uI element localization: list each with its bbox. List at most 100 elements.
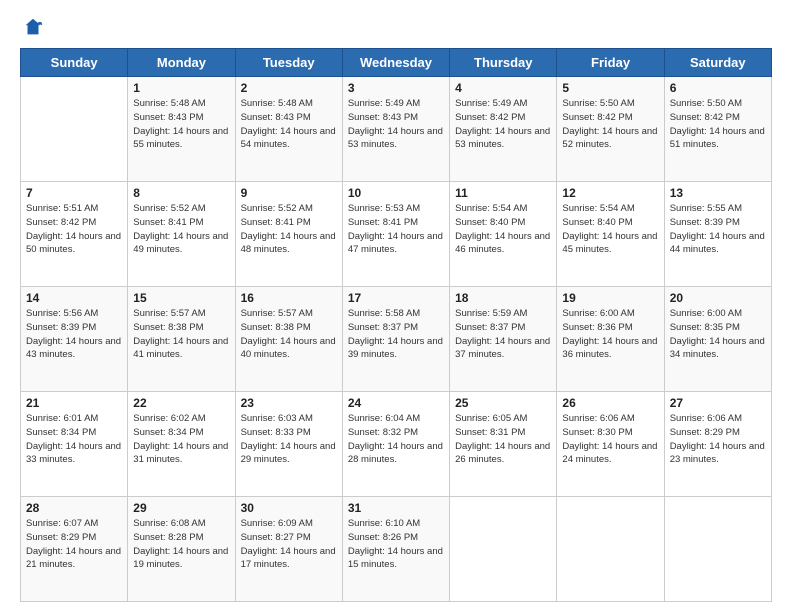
daylight-text: Daylight: 14 hours and 21 minutes.: [26, 546, 121, 571]
calendar-cell: 26 Sunrise: 6:06 AM Sunset: 8:30 PM Dayl…: [557, 392, 664, 497]
day-info: Sunrise: 5:49 AM Sunset: 8:43 PM Dayligh…: [348, 97, 444, 152]
day-number: 10: [348, 186, 444, 200]
day-info: Sunrise: 6:07 AM Sunset: 8:29 PM Dayligh…: [26, 517, 122, 572]
sunrise-text: Sunrise: 6:08 AM: [133, 518, 205, 529]
calendar-cell: 25 Sunrise: 6:05 AM Sunset: 8:31 PM Dayl…: [450, 392, 557, 497]
daylight-text: Daylight: 14 hours and 19 minutes.: [133, 546, 228, 571]
day-number: 25: [455, 396, 551, 410]
sunset-text: Sunset: 8:34 PM: [26, 427, 96, 438]
calendar-cell: 30 Sunrise: 6:09 AM Sunset: 8:27 PM Dayl…: [235, 497, 342, 602]
daylight-text: Daylight: 14 hours and 34 minutes.: [670, 336, 765, 361]
sunrise-text: Sunrise: 6:04 AM: [348, 413, 420, 424]
day-info: Sunrise: 5:58 AM Sunset: 8:37 PM Dayligh…: [348, 307, 444, 362]
day-info: Sunrise: 6:03 AM Sunset: 8:33 PM Dayligh…: [241, 412, 337, 467]
sunset-text: Sunset: 8:43 PM: [133, 112, 203, 123]
day-info: Sunrise: 5:50 AM Sunset: 8:42 PM Dayligh…: [670, 97, 766, 152]
col-friday: Friday: [557, 49, 664, 77]
calendar-week-row: 21 Sunrise: 6:01 AM Sunset: 8:34 PM Dayl…: [21, 392, 772, 497]
calendar-cell: 15 Sunrise: 5:57 AM Sunset: 8:38 PM Dayl…: [128, 287, 235, 392]
calendar-week-row: 14 Sunrise: 5:56 AM Sunset: 8:39 PM Dayl…: [21, 287, 772, 392]
sunrise-text: Sunrise: 5:58 AM: [348, 308, 420, 319]
sunrise-text: Sunrise: 5:57 AM: [133, 308, 205, 319]
sunrise-text: Sunrise: 5:57 AM: [241, 308, 313, 319]
sunrise-text: Sunrise: 6:05 AM: [455, 413, 527, 424]
sunrise-text: Sunrise: 5:49 AM: [348, 98, 420, 109]
day-info: Sunrise: 5:55 AM Sunset: 8:39 PM Dayligh…: [670, 202, 766, 257]
sunset-text: Sunset: 8:35 PM: [670, 322, 740, 333]
daylight-text: Daylight: 14 hours and 36 minutes.: [562, 336, 657, 361]
calendar-cell: 6 Sunrise: 5:50 AM Sunset: 8:42 PM Dayli…: [664, 77, 771, 182]
sunrise-text: Sunrise: 5:48 AM: [241, 98, 313, 109]
day-info: Sunrise: 5:52 AM Sunset: 8:41 PM Dayligh…: [133, 202, 229, 257]
sunset-text: Sunset: 8:28 PM: [133, 532, 203, 543]
sunrise-text: Sunrise: 5:50 AM: [670, 98, 742, 109]
sunset-text: Sunset: 8:42 PM: [455, 112, 525, 123]
calendar-cell: 29 Sunrise: 6:08 AM Sunset: 8:28 PM Dayl…: [128, 497, 235, 602]
col-monday: Monday: [128, 49, 235, 77]
daylight-text: Daylight: 14 hours and 49 minutes.: [133, 231, 228, 256]
calendar-cell: [450, 497, 557, 602]
day-number: 4: [455, 81, 551, 95]
calendar-header-row: Sunday Monday Tuesday Wednesday Thursday…: [21, 49, 772, 77]
sunset-text: Sunset: 8:43 PM: [348, 112, 418, 123]
day-info: Sunrise: 5:59 AM Sunset: 8:37 PM Dayligh…: [455, 307, 551, 362]
daylight-text: Daylight: 14 hours and 50 minutes.: [26, 231, 121, 256]
daylight-text: Daylight: 14 hours and 26 minutes.: [455, 441, 550, 466]
day-number: 21: [26, 396, 122, 410]
day-info: Sunrise: 5:49 AM Sunset: 8:42 PM Dayligh…: [455, 97, 551, 152]
daylight-text: Daylight: 14 hours and 23 minutes.: [670, 441, 765, 466]
day-number: 2: [241, 81, 337, 95]
sunset-text: Sunset: 8:29 PM: [26, 532, 96, 543]
sunrise-text: Sunrise: 6:00 AM: [670, 308, 742, 319]
daylight-text: Daylight: 14 hours and 44 minutes.: [670, 231, 765, 256]
day-info: Sunrise: 5:48 AM Sunset: 8:43 PM Dayligh…: [241, 97, 337, 152]
sunset-text: Sunset: 8:39 PM: [26, 322, 96, 333]
sunrise-text: Sunrise: 6:07 AM: [26, 518, 98, 529]
day-number: 31: [348, 501, 444, 515]
day-info: Sunrise: 5:57 AM Sunset: 8:38 PM Dayligh…: [241, 307, 337, 362]
calendar-cell: 10 Sunrise: 5:53 AM Sunset: 8:41 PM Dayl…: [342, 182, 449, 287]
day-number: 30: [241, 501, 337, 515]
calendar-cell: 12 Sunrise: 5:54 AM Sunset: 8:40 PM Dayl…: [557, 182, 664, 287]
calendar-cell: [21, 77, 128, 182]
day-info: Sunrise: 6:02 AM Sunset: 8:34 PM Dayligh…: [133, 412, 229, 467]
sunset-text: Sunset: 8:26 PM: [348, 532, 418, 543]
sunset-text: Sunset: 8:37 PM: [455, 322, 525, 333]
day-info: Sunrise: 5:50 AM Sunset: 8:42 PM Dayligh…: [562, 97, 658, 152]
day-number: 28: [26, 501, 122, 515]
day-number: 7: [26, 186, 122, 200]
calendar-cell: 21 Sunrise: 6:01 AM Sunset: 8:34 PM Dayl…: [21, 392, 128, 497]
calendar-week-row: 7 Sunrise: 5:51 AM Sunset: 8:42 PM Dayli…: [21, 182, 772, 287]
sunrise-text: Sunrise: 6:06 AM: [670, 413, 742, 424]
sunrise-text: Sunrise: 5:48 AM: [133, 98, 205, 109]
day-info: Sunrise: 5:52 AM Sunset: 8:41 PM Dayligh…: [241, 202, 337, 257]
calendar-cell: 8 Sunrise: 5:52 AM Sunset: 8:41 PM Dayli…: [128, 182, 235, 287]
calendar-cell: 16 Sunrise: 5:57 AM Sunset: 8:38 PM Dayl…: [235, 287, 342, 392]
sunset-text: Sunset: 8:38 PM: [241, 322, 311, 333]
daylight-text: Daylight: 14 hours and 45 minutes.: [562, 231, 657, 256]
day-info: Sunrise: 6:00 AM Sunset: 8:36 PM Dayligh…: [562, 307, 658, 362]
day-info: Sunrise: 5:51 AM Sunset: 8:42 PM Dayligh…: [26, 202, 122, 257]
calendar-cell: 28 Sunrise: 6:07 AM Sunset: 8:29 PM Dayl…: [21, 497, 128, 602]
day-number: 24: [348, 396, 444, 410]
day-number: 16: [241, 291, 337, 305]
day-info: Sunrise: 5:48 AM Sunset: 8:43 PM Dayligh…: [133, 97, 229, 152]
sunrise-text: Sunrise: 5:51 AM: [26, 203, 98, 214]
daylight-text: Daylight: 14 hours and 40 minutes.: [241, 336, 336, 361]
day-number: 13: [670, 186, 766, 200]
daylight-text: Daylight: 14 hours and 15 minutes.: [348, 546, 443, 571]
day-info: Sunrise: 6:01 AM Sunset: 8:34 PM Dayligh…: [26, 412, 122, 467]
daylight-text: Daylight: 14 hours and 46 minutes.: [455, 231, 550, 256]
sunrise-text: Sunrise: 5:59 AM: [455, 308, 527, 319]
day-info: Sunrise: 5:56 AM Sunset: 8:39 PM Dayligh…: [26, 307, 122, 362]
sunset-text: Sunset: 8:37 PM: [348, 322, 418, 333]
sunrise-text: Sunrise: 5:55 AM: [670, 203, 742, 214]
sunrise-text: Sunrise: 6:09 AM: [241, 518, 313, 529]
sunrise-text: Sunrise: 5:54 AM: [562, 203, 634, 214]
day-info: Sunrise: 5:57 AM Sunset: 8:38 PM Dayligh…: [133, 307, 229, 362]
calendar-cell: 3 Sunrise: 5:49 AM Sunset: 8:43 PM Dayli…: [342, 77, 449, 182]
calendar-cell: 13 Sunrise: 5:55 AM Sunset: 8:39 PM Dayl…: [664, 182, 771, 287]
sunset-text: Sunset: 8:38 PM: [133, 322, 203, 333]
day-number: 12: [562, 186, 658, 200]
calendar-cell: 27 Sunrise: 6:06 AM Sunset: 8:29 PM Dayl…: [664, 392, 771, 497]
